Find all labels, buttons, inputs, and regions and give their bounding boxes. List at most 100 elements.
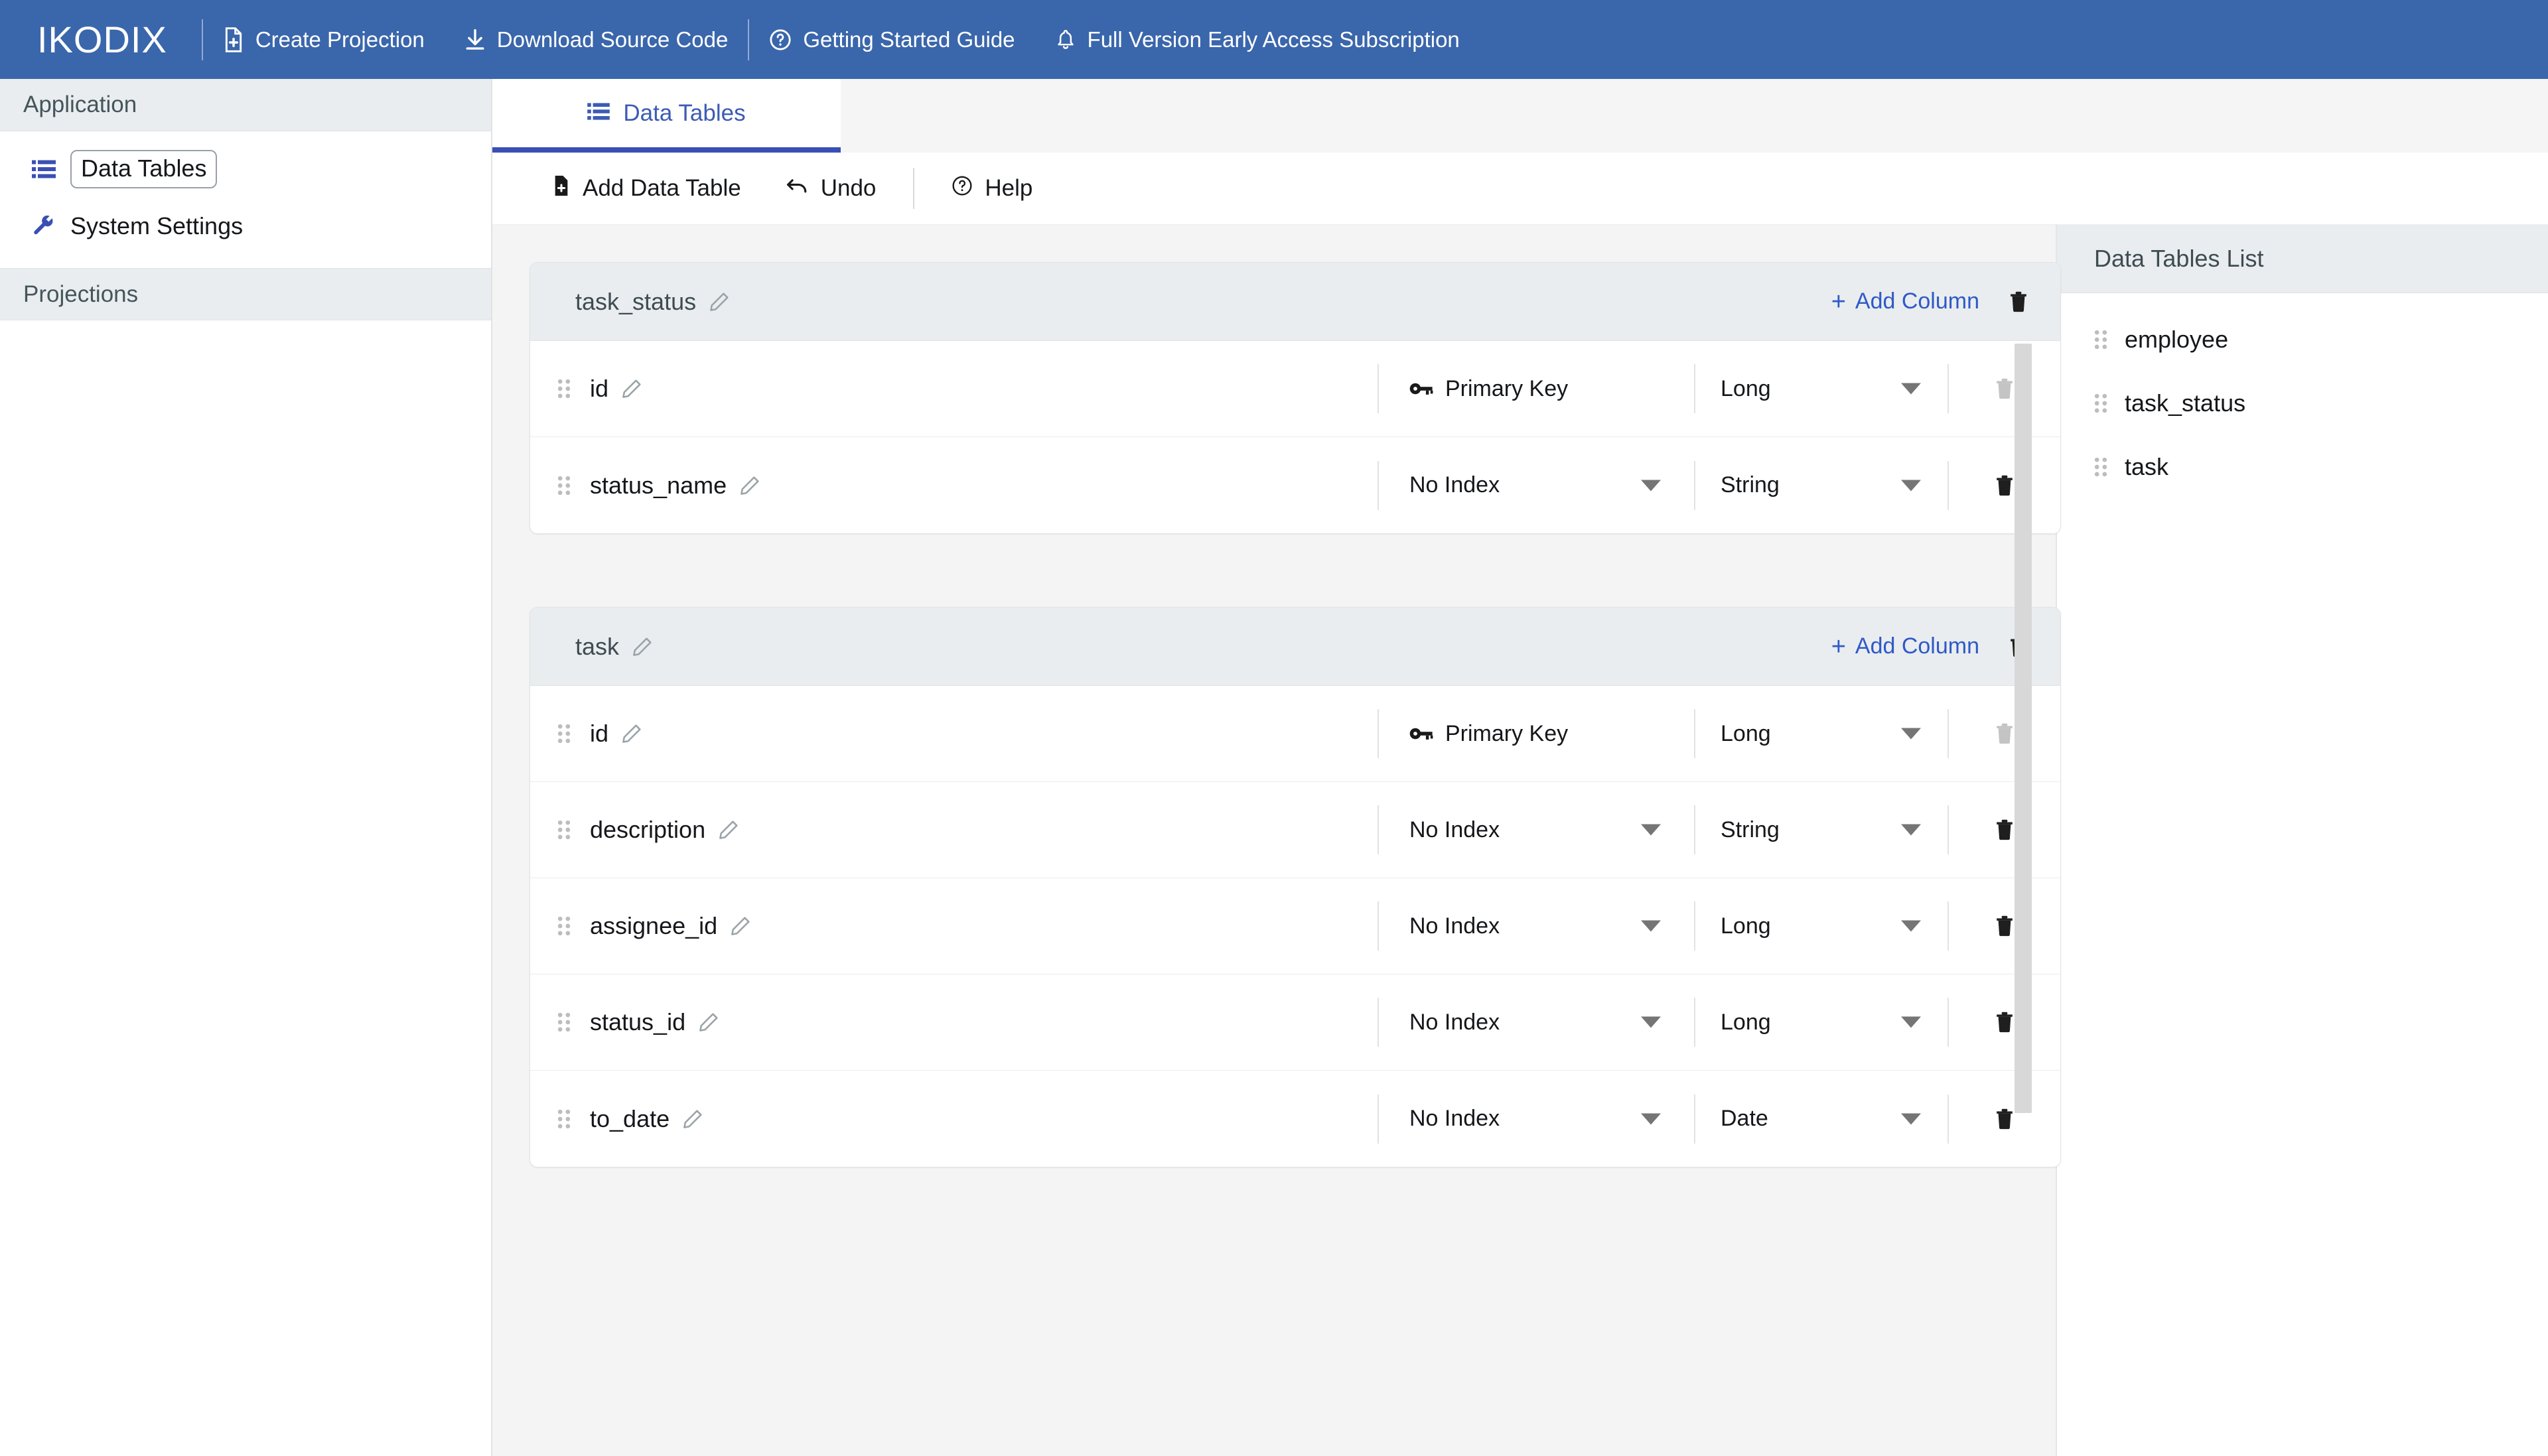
delete-table-button[interactable] (2006, 287, 2031, 316)
column-name-cell: status_id (530, 1008, 1378, 1036)
column-index-select[interactable]: No Index (1379, 878, 1694, 974)
chevron-down-icon[interactable] (1901, 728, 1921, 740)
column-type-select[interactable]: Date (1695, 1071, 1947, 1167)
chevron-down-icon[interactable] (1901, 1113, 1921, 1124)
edit-table-name-icon[interactable] (632, 637, 652, 657)
column-index-value: No Index (1409, 817, 1500, 843)
tab-data-tables-label: Data Tables (623, 100, 745, 127)
add-column-label: Add Column (1855, 289, 1979, 314)
column-index-value: No Index (1409, 472, 1500, 498)
data-table-card-header: task_status+Add Column (530, 263, 2060, 341)
edit-column-name-icon[interactable] (740, 476, 760, 496)
edit-column-name-icon[interactable] (683, 1109, 703, 1129)
delete-column-button[interactable] (1949, 878, 2060, 974)
wrench-icon (29, 214, 58, 238)
list-item[interactable]: task (2057, 435, 2548, 499)
sidebar-item-system-settings-label: System Settings (70, 212, 243, 240)
data-tables-list-header: Data Tables List (2057, 225, 2548, 293)
column-name: status_name (590, 472, 727, 499)
column-index-select[interactable]: Primary Key (1379, 686, 1694, 782)
table-row: idPrimary KeyLong (530, 341, 2060, 437)
edit-column-name-icon[interactable] (622, 724, 642, 744)
chevron-down-icon[interactable] (1641, 1017, 1661, 1028)
full-version-subscription-label: Full Version Early Access Subscription (1088, 27, 1460, 52)
drag-handle-icon[interactable] (549, 820, 579, 840)
list-item[interactable]: task_status (2057, 371, 2548, 435)
chevron-down-icon[interactable] (1641, 480, 1661, 491)
drag-handle-icon[interactable] (549, 1012, 579, 1032)
chevron-down-icon[interactable] (1901, 383, 1921, 395)
sidebar-item-data-tables[interactable]: Data Tables (0, 141, 491, 198)
drag-handle-icon[interactable] (2086, 330, 2115, 350)
chevron-down-icon[interactable] (1901, 480, 1921, 491)
undo-button[interactable]: Undo (764, 175, 899, 202)
chevron-down-icon[interactable] (1901, 921, 1921, 932)
delete-column-button[interactable] (1949, 782, 2060, 878)
sidebar-item-data-tables-label: Data Tables (70, 150, 217, 188)
edit-column-name-icon[interactable] (731, 916, 750, 936)
chevron-down-icon[interactable] (1901, 1017, 1921, 1028)
table-row: idPrimary Key Long (530, 686, 2060, 782)
column-index-select[interactable]: No Index (1379, 782, 1694, 878)
drag-handle-icon[interactable] (549, 916, 579, 936)
key-icon (1409, 380, 1433, 397)
list-item[interactable]: employee (2057, 308, 2548, 371)
column-type-select[interactable]: String (1695, 437, 1947, 533)
column-index-select[interactable]: No Index (1379, 437, 1694, 533)
chevron-down-icon[interactable] (1641, 921, 1661, 932)
undo-icon (786, 175, 809, 202)
drag-handle-icon[interactable] (549, 1109, 579, 1129)
delete-column-button (1949, 341, 2060, 437)
chevron-down-icon[interactable] (1641, 825, 1661, 836)
add-column-button[interactable]: +Add Column (1831, 289, 1979, 314)
getting-started-guide-label: Getting Started Guide (803, 27, 1015, 52)
file-plus-icon (552, 174, 571, 203)
help-circle-icon (769, 29, 792, 51)
column-type-value: Long (1721, 721, 1771, 747)
column-name: status_id (590, 1008, 685, 1036)
column-index-select[interactable]: No Index (1379, 974, 1694, 1071)
edit-column-name-icon[interactable] (622, 379, 642, 399)
left-sidebar: Application Data Tables System Settings … (0, 79, 492, 1456)
column-type-select[interactable]: Long (1695, 686, 1947, 782)
column-index-select[interactable]: No Index (1379, 1071, 1694, 1167)
edit-column-name-icon[interactable] (699, 1012, 719, 1032)
add-data-table-button[interactable]: Add Data Table (530, 174, 764, 203)
add-column-button[interactable]: +Add Column (1831, 633, 1979, 659)
delete-column-button[interactable] (1949, 1071, 2060, 1167)
chevron-down-icon[interactable] (1641, 1113, 1661, 1124)
drag-handle-icon[interactable] (2086, 457, 2115, 477)
delete-column-button[interactable] (1949, 437, 2060, 533)
create-projection-button[interactable]: Create Projection (203, 0, 445, 79)
help-button[interactable]: Help (929, 175, 1055, 202)
sidebar-section-application: Application (0, 79, 491, 131)
drag-handle-icon[interactable] (549, 379, 579, 399)
column-type-select[interactable]: Long (1695, 974, 1947, 1071)
column-type-value: String (1721, 817, 1780, 843)
full-version-subscription-button[interactable]: Full Version Early Access Subscription (1035, 0, 1480, 79)
column-type-value: Long (1721, 913, 1771, 939)
column-index-select[interactable]: Primary Key (1379, 341, 1694, 437)
drag-handle-icon[interactable] (549, 724, 579, 744)
edit-column-name-icon[interactable] (719, 820, 739, 840)
undo-label: Undo (821, 175, 877, 202)
chevron-down-icon[interactable] (1901, 825, 1921, 836)
edit-table-name-icon[interactable] (709, 292, 729, 312)
drag-handle-icon[interactable] (2086, 393, 2115, 413)
canvas-scrollbar[interactable] (2015, 344, 2032, 1113)
column-type-value: Date (1721, 1106, 1768, 1132)
delete-column-button (1949, 686, 2060, 782)
download-source-code-button[interactable]: Download Source Code (445, 0, 748, 79)
column-name-cell: status_name (530, 472, 1378, 499)
column-type-select[interactable]: Long (1695, 878, 1947, 974)
column-type-value: String (1721, 472, 1780, 498)
data-tables-list: employeetask_statustask (2057, 293, 2548, 499)
column-type-select[interactable]: Long (1695, 341, 1947, 437)
column-type-select[interactable]: String (1695, 782, 1947, 878)
getting-started-guide-button[interactable]: Getting Started Guide (749, 0, 1034, 79)
column-name-cell: id (530, 720, 1378, 748)
delete-column-button[interactable] (1949, 974, 2060, 1071)
tab-data-tables[interactable]: Data Tables (492, 79, 841, 153)
sidebar-item-system-settings[interactable]: System Settings (0, 198, 491, 255)
drag-handle-icon[interactable] (549, 476, 579, 496)
